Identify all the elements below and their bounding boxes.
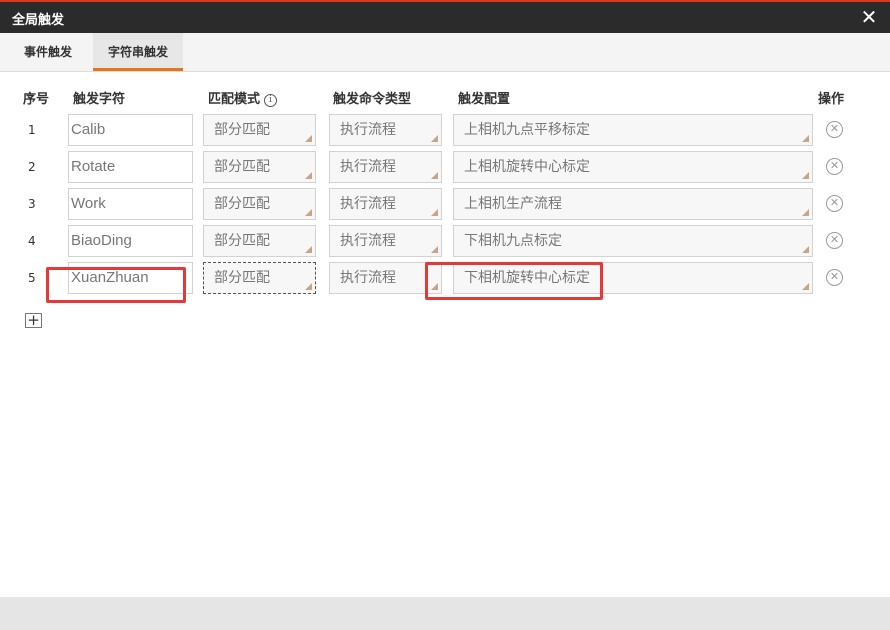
- row-index: 3: [28, 197, 36, 211]
- config-select[interactable]: 上相机九点平移标定: [453, 114, 813, 146]
- config-value: 上相机旋转中心标定: [464, 159, 590, 175]
- resize-grip-icon: [431, 246, 438, 253]
- match-mode-select[interactable]: 部分匹配: [203, 188, 316, 220]
- resize-grip-icon: [802, 135, 809, 142]
- header-trigger: 触发字符: [73, 92, 126, 107]
- info-icon[interactable]: i: [264, 94, 278, 107]
- config-select[interactable]: 下相机旋转中心标定: [453, 262, 813, 294]
- cmd-type-value: 执行流程: [340, 270, 396, 286]
- header-config: 触发配置: [458, 92, 511, 107]
- resize-grip-icon: [431, 135, 438, 142]
- delete-row-icon[interactable]: ✕: [826, 158, 843, 175]
- tab-string-trigger[interactable]: 字符串触发: [93, 33, 183, 71]
- row-index: 1: [28, 123, 36, 137]
- cmd-type-value: 执行流程: [340, 233, 396, 249]
- config-select[interactable]: 下相机九点标定: [453, 225, 813, 257]
- resize-grip-icon: [802, 246, 809, 253]
- resize-grip-icon: [305, 209, 312, 216]
- match-mode-value: 部分匹配: [214, 270, 270, 286]
- row-index: 5: [28, 271, 36, 285]
- match-mode-value: 部分匹配: [214, 122, 270, 138]
- resize-grip-icon: [802, 172, 809, 179]
- config-value: 下相机九点标定: [464, 233, 562, 249]
- delete-row-icon[interactable]: ✕: [826, 232, 843, 249]
- delete-row-icon[interactable]: ✕: [826, 121, 843, 138]
- config-select[interactable]: 上相机旋转中心标定: [453, 151, 813, 183]
- cmd-type-select[interactable]: 执行流程: [329, 151, 442, 183]
- header-mode-wrap: 匹配模式 i: [208, 88, 278, 107]
- trigger-input[interactable]: BiaoDing: [68, 225, 193, 257]
- trigger-input[interactable]: Work: [68, 188, 193, 220]
- table-row: 3 Work 部分匹配 执行流程 上相机生产流程 ✕: [0, 188, 890, 220]
- table-row: 5 XuanZhuan 部分匹配 执行流程 下相机旋转中心标定 ✕: [0, 262, 890, 294]
- row-index: 4: [28, 234, 36, 248]
- match-mode-value: 部分匹配: [214, 196, 270, 212]
- resize-grip-icon: [305, 172, 312, 179]
- resize-grip-icon: [431, 283, 438, 290]
- config-value: 上相机生产流程: [464, 196, 562, 212]
- cmd-type-value: 执行流程: [340, 122, 396, 138]
- resize-grip-icon: [305, 135, 312, 142]
- trigger-table: 序号 触发字符 匹配模式 i 触发命令类型 触发配置 操作 1 Calib 部分匹…: [0, 72, 890, 597]
- tab-bar: 事件触发 字符串触发: [0, 33, 890, 72]
- match-mode-select[interactable]: 部分匹配: [203, 151, 316, 183]
- config-value: 上相机九点平移标定: [464, 122, 590, 138]
- resize-grip-icon: [802, 209, 809, 216]
- table-row: 1 Calib 部分匹配 执行流程 上相机九点平移标定 ✕: [0, 114, 890, 146]
- trigger-input[interactable]: Calib: [68, 114, 193, 146]
- delete-row-icon[interactable]: ✕: [826, 195, 843, 212]
- match-mode-select[interactable]: 部分匹配: [203, 225, 316, 257]
- config-value: 下相机旋转中心标定: [464, 270, 590, 286]
- resize-grip-icon: [305, 246, 312, 253]
- cmd-type-select[interactable]: 执行流程: [329, 114, 442, 146]
- footer-bar: [0, 597, 890, 630]
- resize-grip-icon: [431, 172, 438, 179]
- row-index: 2: [28, 160, 36, 174]
- table-row: 4 BiaoDing 部分匹配 执行流程 下相机九点标定 ✕: [0, 225, 890, 257]
- cmd-type-select[interactable]: 执行流程: [329, 262, 442, 294]
- header-action: 操作: [818, 92, 845, 107]
- match-mode-select[interactable]: 部分匹配: [203, 114, 316, 146]
- close-icon[interactable]: ✕: [860, 7, 878, 27]
- header-mode: 匹配模式: [208, 92, 261, 107]
- trigger-input[interactable]: Rotate: [68, 151, 193, 183]
- window-title: 全局触发: [12, 13, 65, 28]
- delete-row-icon[interactable]: ✕: [826, 269, 843, 286]
- header-index: 序号: [23, 92, 50, 107]
- config-select[interactable]: 上相机生产流程: [453, 188, 813, 220]
- header-cmd-type: 触发命令类型: [333, 92, 412, 107]
- table-row: 2 Rotate 部分匹配 执行流程 上相机旋转中心标定 ✕: [0, 151, 890, 183]
- cmd-type-value: 执行流程: [340, 159, 396, 175]
- match-mode-value: 部分匹配: [214, 233, 270, 249]
- title-bar: 全局触发 ✕: [0, 0, 890, 33]
- match-mode-select[interactable]: 部分匹配: [203, 262, 316, 294]
- tab-event-trigger[interactable]: 事件触发: [10, 33, 86, 71]
- cmd-type-select[interactable]: 执行流程: [329, 188, 442, 220]
- resize-grip-icon: [431, 209, 438, 216]
- add-row-icon[interactable]: +: [25, 313, 42, 328]
- trigger-input[interactable]: XuanZhuan: [68, 262, 193, 294]
- cmd-type-value: 执行流程: [340, 196, 396, 212]
- match-mode-value: 部分匹配: [214, 159, 270, 175]
- resize-grip-icon: [802, 283, 809, 290]
- resize-grip-icon: [305, 283, 312, 290]
- cmd-type-select[interactable]: 执行流程: [329, 225, 442, 257]
